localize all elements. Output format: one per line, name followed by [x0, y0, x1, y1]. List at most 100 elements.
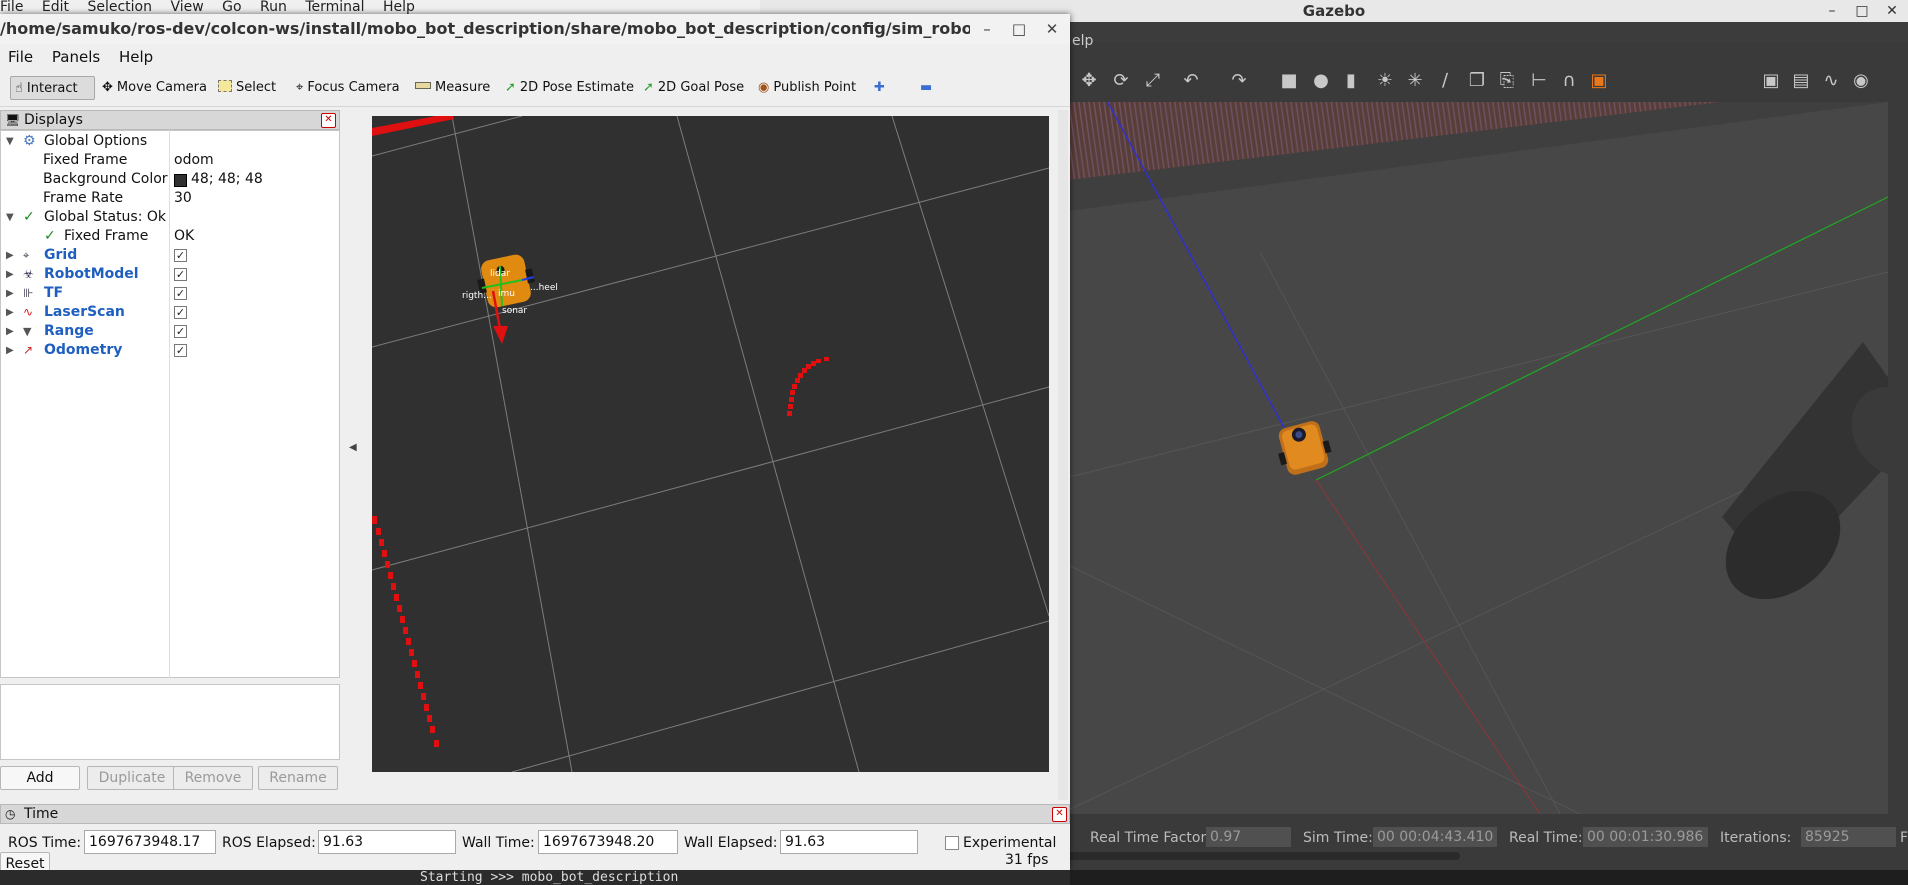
menu-panels[interactable]: Panels	[44, 44, 106, 70]
redo-icon[interactable]: ↷	[1228, 70, 1250, 92]
gazebo-right-scrollbar[interactable]	[1888, 102, 1908, 814]
bg-menu-terminal[interactable]: Terminal	[305, 0, 364, 14]
robotmodel-enabled-checkbox[interactable]: ✓	[174, 268, 187, 281]
sim-time-field: 00 00:04:43.410	[1373, 827, 1497, 847]
expand-arrow-icon[interactable]: ▶	[6, 246, 14, 265]
expand-arrow-icon[interactable]: ▶	[6, 265, 14, 284]
bg-menu-view[interactable]: View	[170, 0, 203, 14]
copy-icon[interactable]: ❐	[1466, 70, 1488, 92]
tree-row-odometry[interactable]: ▶ ↗ Odometry ✓	[1, 341, 339, 360]
time-panel: ROS Time: 1697673948.17 ROS Elapsed: 91.…	[0, 824, 1070, 870]
ros-time-field[interactable]: 1697673948.17	[84, 830, 216, 854]
scale-icon[interactable]: ⤢	[1142, 70, 1164, 92]
minimize-icon[interactable]: –	[973, 18, 1001, 40]
rotate-icon[interactable]: ⟳	[1110, 70, 1132, 92]
menu-file[interactable]: File	[0, 44, 39, 70]
menu-help[interactable]: Help	[111, 44, 159, 70]
maximize-icon[interactable]: □	[1847, 0, 1877, 22]
maximize-icon[interactable]: □	[1005, 18, 1033, 40]
gazebo-menu-help[interactable]: elp	[1072, 31, 1093, 51]
collapse-arrow-icon[interactable]: ▼	[6, 208, 14, 227]
translate-icon[interactable]: ✥	[1078, 70, 1100, 92]
tree-column-divider[interactable]	[169, 130, 170, 678]
range-enabled-checkbox[interactable]: ✓	[174, 325, 187, 338]
screenshot-icon[interactable]: ▣	[1760, 70, 1782, 92]
log-icon[interactable]: ▤	[1790, 70, 1812, 92]
fixed-frame-value[interactable]: odom	[174, 151, 214, 170]
collapse-arrow-icon[interactable]: ▼	[6, 132, 14, 151]
wall-time-field[interactable]: 1697673948.20	[538, 830, 678, 854]
align-icon[interactable]: ⊢	[1528, 70, 1550, 92]
tree-row-range[interactable]: ▶ ▼ Range ✓	[1, 322, 339, 341]
tree-row-tf[interactable]: ▶ ⊪ TF ✓	[1, 284, 339, 303]
robot-icon: ☣	[23, 267, 34, 281]
bg-menu-selection[interactable]: Selection	[87, 0, 152, 14]
view-angle-icon[interactable]: ▣	[1588, 70, 1610, 92]
tree-row-grid[interactable]: ▶ ⌖ Grid ✓	[1, 246, 339, 265]
frame-rate-value[interactable]: 30	[174, 189, 192, 208]
add-button[interactable]: Add	[0, 766, 80, 790]
close-panel-icon[interactable]: ✕	[321, 113, 336, 128]
add-tool-plus-icon[interactable]: ✚	[870, 76, 889, 100]
bg-menu-edit[interactable]: Edit	[42, 0, 69, 14]
expand-arrow-icon[interactable]: ▶	[6, 303, 14, 322]
undo-icon[interactable]: ↶	[1180, 70, 1202, 92]
tree-row-fixed-frame[interactable]: Fixed Frame odom	[1, 151, 339, 170]
goal-pose-tool[interactable]: ➚ 2D Goal Pose	[639, 76, 748, 100]
tree-row-frame-rate[interactable]: Frame Rate 30	[1, 189, 339, 208]
cylinder-icon[interactable]: ▮	[1340, 70, 1362, 92]
remove-button[interactable]: Remove	[173, 766, 253, 790]
sphere-icon[interactable]: ●	[1310, 70, 1332, 92]
tree-row-robotmodel[interactable]: ▶ ☣ RobotModel ✓	[1, 265, 339, 284]
publish-point-tool[interactable]: ◉ Publish Point	[754, 76, 860, 100]
measure-tool[interactable]: Measure	[411, 76, 494, 100]
tree-row-global-status[interactable]: ▼ ✓ Global Status: Ok	[1, 208, 339, 227]
tree-row-laserscan[interactable]: ▶ ∿ LaserScan ✓	[1, 303, 339, 322]
paste-icon[interactable]: ⎘	[1496, 70, 1518, 92]
directional-light-icon[interactable]: ∕	[1434, 70, 1456, 92]
focus-camera-tool[interactable]: ⌖ Focus Camera	[292, 76, 404, 100]
tree-row-status-fixed-frame[interactable]: ✓ Fixed Frame OK	[1, 227, 339, 246]
duplicate-button[interactable]: Duplicate	[87, 766, 177, 790]
bg-menu-file[interactable]: File	[0, 0, 23, 14]
bg-menu-run[interactable]: Run	[260, 0, 287, 14]
tf-label-sonar: sonar	[502, 306, 527, 316]
tree-row-background-color[interactable]: Background Color 48; 48; 48	[1, 170, 339, 189]
close-icon[interactable]: ✕	[1877, 0, 1907, 22]
pose-estimate-tool[interactable]: ➚ 2D Pose Estimate	[501, 76, 638, 100]
grid-enabled-checkbox[interactable]: ✓	[174, 249, 187, 262]
wall-elapsed-field[interactable]: 91.63	[780, 830, 918, 854]
snap-icon[interactable]: ∩	[1558, 70, 1580, 92]
remove-tool-minus-icon[interactable]: ▬	[916, 76, 936, 100]
close-icon[interactable]: ✕	[1038, 18, 1066, 40]
background-color-value[interactable]: 48; 48; 48	[191, 170, 263, 189]
select-tool[interactable]: Select	[214, 76, 280, 100]
plot-icon[interactable]: ∿	[1820, 70, 1842, 92]
close-panel-icon[interactable]: ✕	[1052, 807, 1067, 822]
tf-enabled-checkbox[interactable]: ✓	[174, 287, 187, 300]
rename-button[interactable]: Rename	[258, 766, 338, 790]
laserscan-enabled-checkbox[interactable]: ✓	[174, 306, 187, 319]
expand-arrow-icon[interactable]: ▶	[6, 341, 14, 360]
collapse-left-arrow-icon[interactable]: ◀	[349, 442, 357, 453]
real-time-field: 00 00:01:30.986	[1583, 827, 1708, 847]
color-swatch[interactable]	[174, 174, 187, 187]
experimental-checkbox[interactable]	[945, 836, 959, 850]
ros-elapsed-field[interactable]: 91.63	[318, 830, 456, 854]
minimize-icon[interactable]: –	[1817, 0, 1847, 22]
bg-menu-help[interactable]: Help	[383, 0, 415, 14]
box-icon[interactable]: ■	[1278, 70, 1300, 92]
interact-tool[interactable]: ☝ Interact	[10, 76, 95, 100]
rviz-right-panel-strip[interactable]	[1058, 110, 1068, 800]
expand-arrow-icon[interactable]: ▶	[6, 322, 14, 341]
tree-row-global-options[interactable]: ▼ ⚙ Global Options	[1, 132, 339, 151]
spot-light-icon[interactable]: ✳	[1404, 70, 1426, 92]
record-video-icon[interactable]: ◉	[1850, 70, 1872, 92]
check-icon: ✓	[44, 228, 56, 244]
bg-menu-go[interactable]: Go	[222, 0, 241, 14]
move-camera-tool[interactable]: ✥ Move Camera	[98, 76, 211, 100]
odometry-enabled-checkbox[interactable]: ✓	[174, 344, 187, 357]
rviz-3d-view[interactable]: lidar imu rigth... ...heel sonar	[372, 116, 1049, 772]
expand-arrow-icon[interactable]: ▶	[6, 284, 14, 303]
point-light-icon[interactable]: ☀	[1374, 70, 1396, 92]
